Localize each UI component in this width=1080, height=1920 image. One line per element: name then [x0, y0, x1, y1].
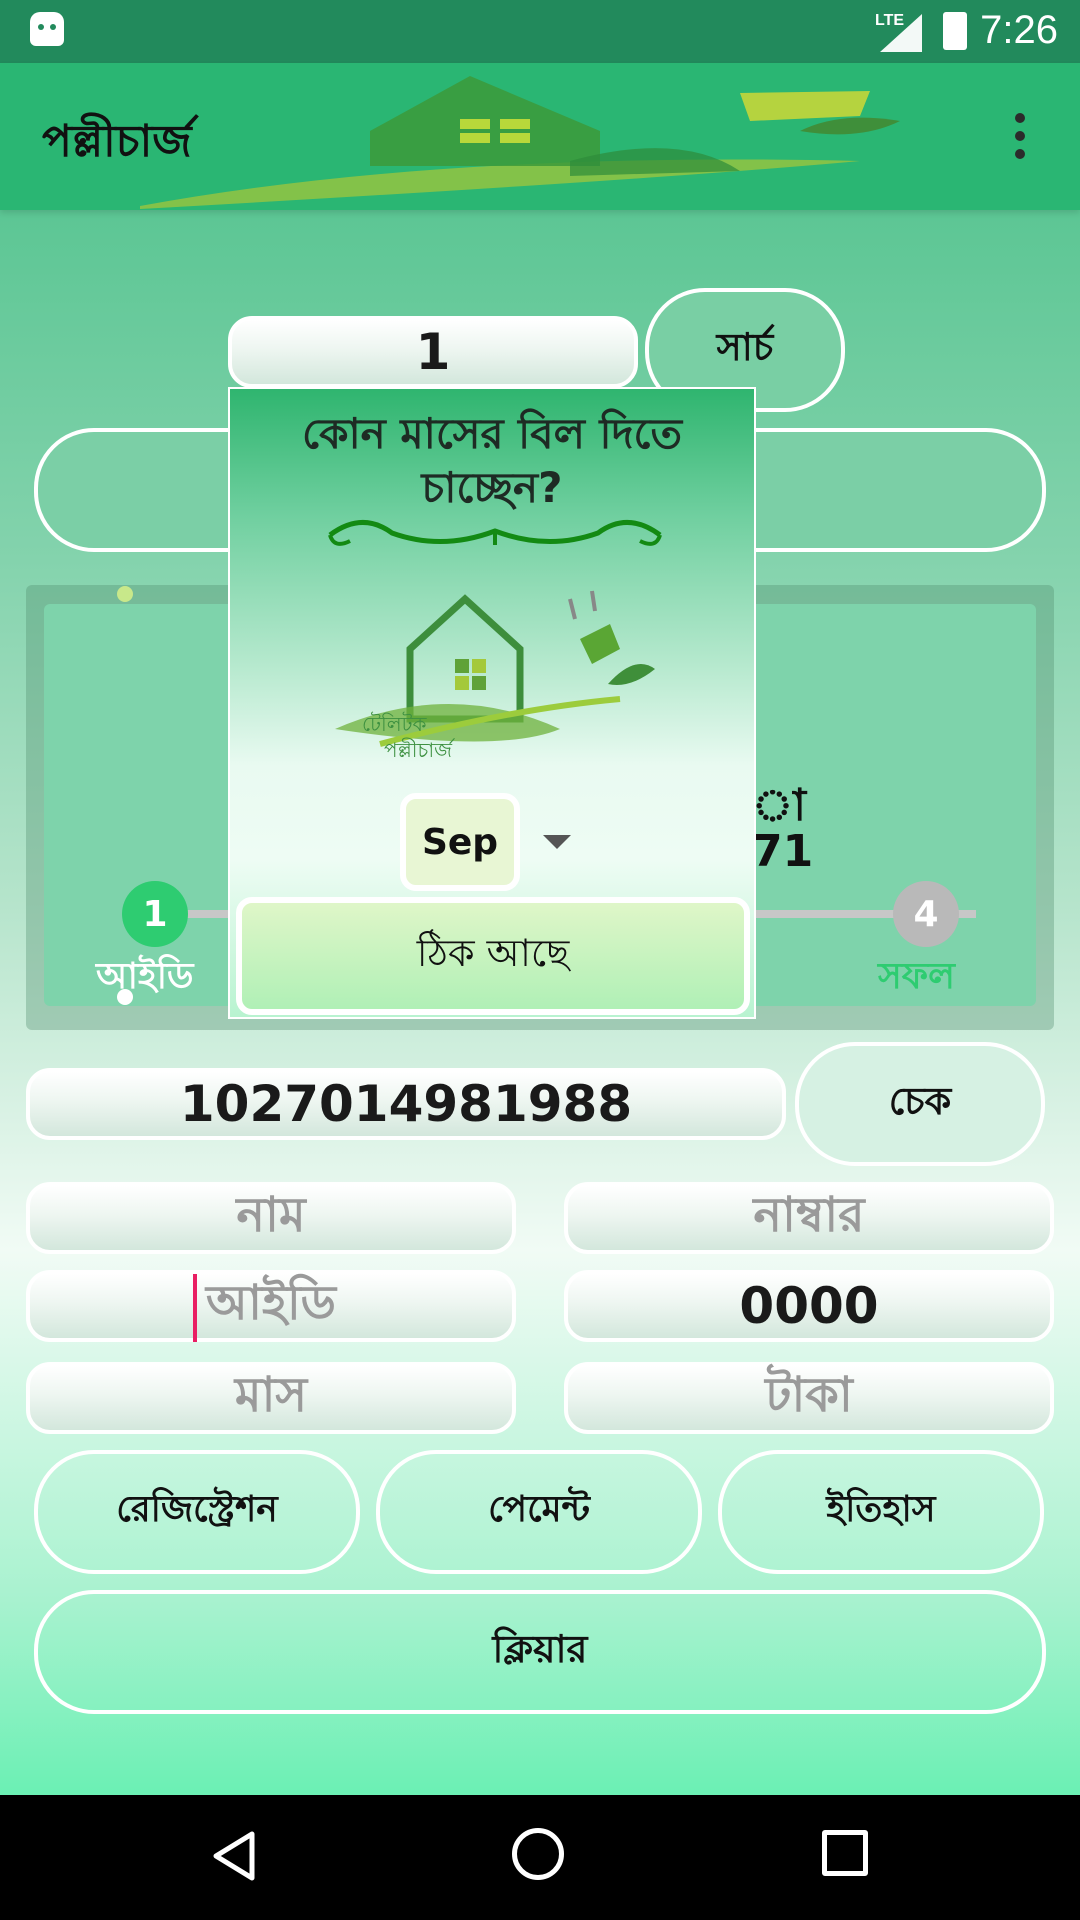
- history-button[interactable]: ইতিহাস: [718, 1450, 1044, 1574]
- decor-dot: [117, 586, 133, 602]
- step-1-label: আইডি: [96, 956, 194, 997]
- dropdown-arrow-icon[interactable]: [543, 835, 571, 849]
- name-field[interactable]: নাম: [26, 1182, 516, 1254]
- step-4-indicator: 4: [893, 881, 959, 947]
- recent-apps-icon[interactable]: [822, 1830, 868, 1876]
- step-4-label: সফল: [878, 956, 955, 997]
- svg-text:পল্লীচার্জ: পল্লীচার্জ: [384, 738, 455, 762]
- decor-dot: [117, 989, 133, 1005]
- text-cursor: [193, 1274, 197, 1342]
- app-logo-image: টেলিটক পল্লীচার্জ: [335, 590, 655, 762]
- card-partial-text-2: 71: [752, 826, 814, 877]
- ornament-divider: [328, 520, 662, 546]
- payment-button[interactable]: পেমেন্ট: [376, 1450, 702, 1574]
- check-button[interactable]: চেক: [795, 1042, 1045, 1166]
- status-time: 7:26: [980, 8, 1058, 52]
- month-picker-dialog: কোন মাসের বিল দিতে চাচ্ছেন? টেলিটক পল্লী…: [228, 387, 756, 1019]
- svg-text:টেলিটক: টেলিটক: [362, 712, 428, 736]
- back-icon[interactable]: [210, 1830, 258, 1882]
- account-number-input[interactable]: 1027014981988: [26, 1068, 786, 1140]
- overflow-menu-icon[interactable]: [1005, 113, 1035, 173]
- status-bar: LTE 7:26: [0, 0, 1080, 63]
- header-banner-image: [140, 76, 900, 209]
- search-input[interactable]: 1: [228, 316, 638, 388]
- month-select[interactable]: Sep: [400, 793, 520, 891]
- home-icon[interactable]: [512, 1828, 564, 1880]
- month-field[interactable]: মাস: [26, 1362, 516, 1434]
- ok-button[interactable]: ঠিক আছে: [236, 897, 750, 1015]
- phone-number-field[interactable]: নাম্বার: [564, 1182, 1054, 1254]
- registration-button[interactable]: রেজিস্ট্রেশন: [34, 1450, 360, 1574]
- android-notification-icon: [30, 12, 64, 46]
- id-field[interactable]: আইডি: [26, 1270, 516, 1342]
- battery-icon: [943, 12, 967, 50]
- system-navigation-bar: [0, 1795, 1080, 1920]
- clear-button[interactable]: ক্লিয়ার: [34, 1590, 1046, 1714]
- amount-field[interactable]: টাকা: [564, 1362, 1054, 1434]
- signal-icon: [880, 14, 922, 52]
- pin-field[interactable]: 0000: [564, 1270, 1054, 1342]
- step-1-indicator: 1: [122, 881, 188, 947]
- dialog-title: কোন মাসের বিল দিতে চাচ্ছেন?: [302, 409, 682, 512]
- app-bar: পল্লীচার্জ: [0, 63, 1080, 210]
